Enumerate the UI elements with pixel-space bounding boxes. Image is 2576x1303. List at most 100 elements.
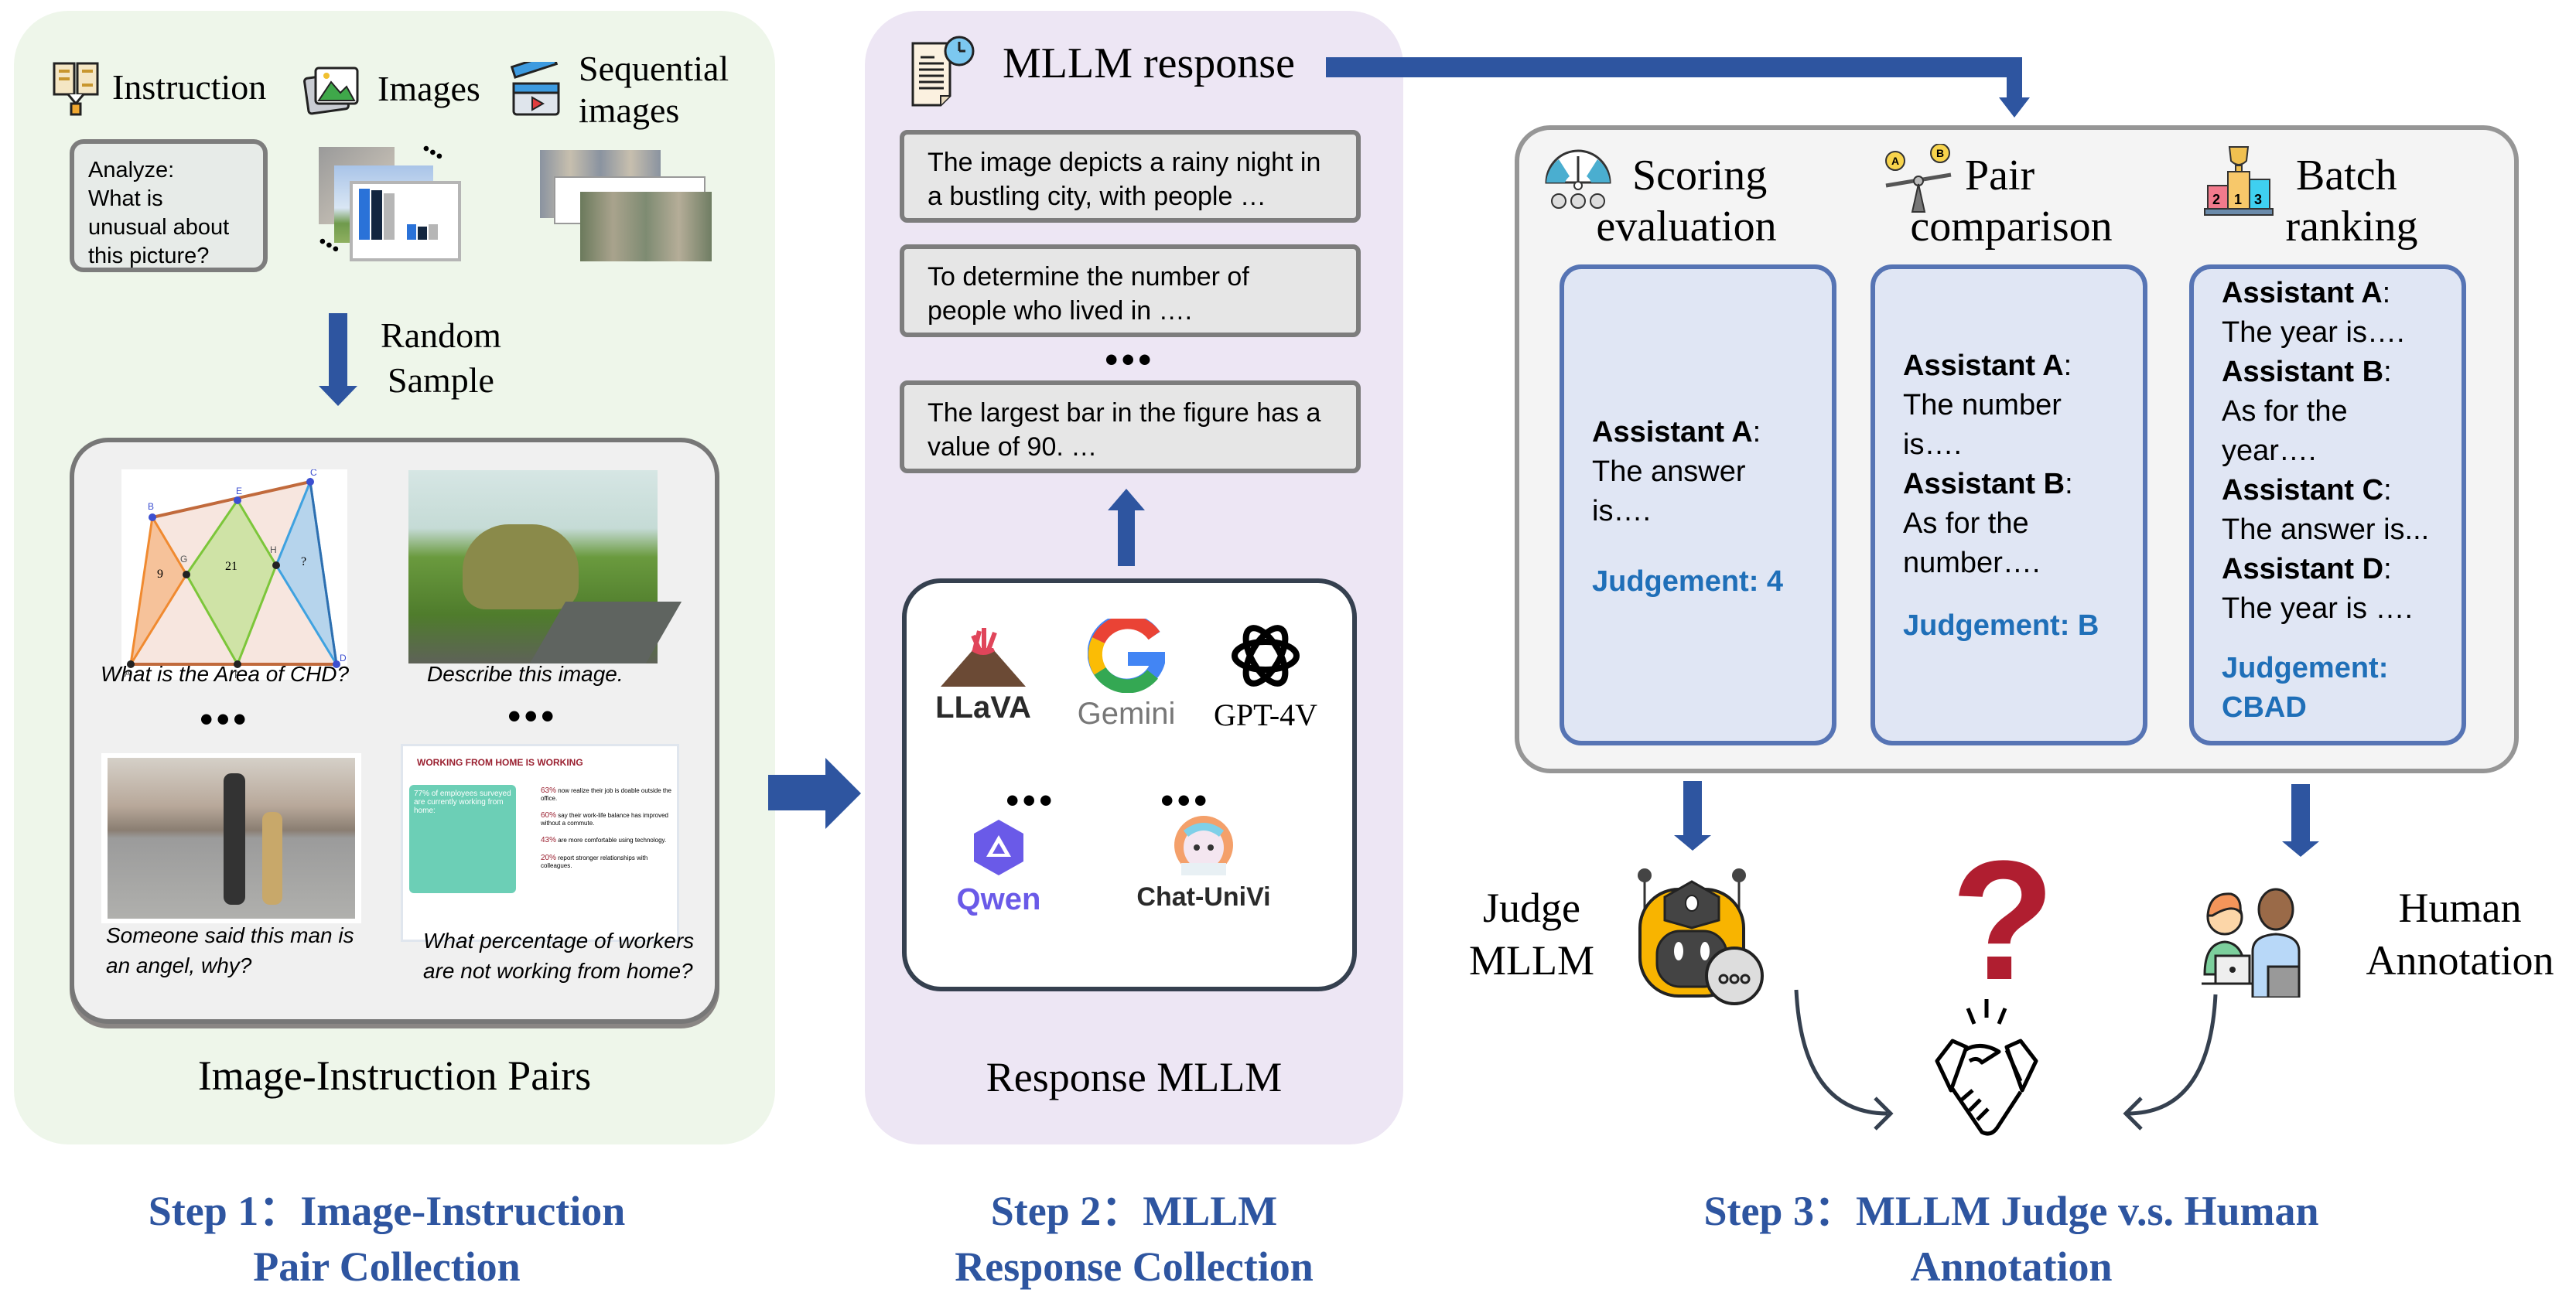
geometry-point-label: B [148,501,154,512]
judgement-label: Judgement: B [1903,609,2099,642]
stat-pct: 63% [541,786,557,795]
infographic-stats: 63% now realize their job is doable outs… [541,786,672,869]
geometry-point-label: H [270,544,277,555]
step2-label: Step 2：MLLM Response Collection [865,1183,1403,1294]
llama-icon [1174,816,1233,875]
step-label-line: Step 3：MLLM Judge v.s. Human [1703,1188,2319,1234]
svg-text:2: 2 [2212,192,2220,207]
sequential-image-stack-thumbnail [540,150,718,266]
stat-text: are more comfortable using technology. [558,837,667,844]
model-gemini: Gemini [1064,613,1188,732]
instruction-line: this picture? [88,244,210,268]
response-example: To determine the number of people who li… [900,244,1361,337]
document-clock-icon [910,34,975,107]
mode-title-line: comparison [1910,203,2113,251]
judgement-label: Judgement: CBAD [2222,652,2389,724]
connector-arrow-icon [1326,57,2038,119]
model-qwen: Qwen [933,817,1064,917]
model-llava: LLaVA [925,628,1041,725]
instruction-line: What is [88,186,163,211]
mode-title-line: evaluation [1596,203,1777,251]
stat-text: say their work-life balance has improved… [541,812,668,827]
stat-text: now realize their job is doable outside … [541,787,672,802]
mode-title: comparison [1872,201,2151,252]
card-line: year…. [2222,435,2317,467]
model-name: Qwen [956,882,1041,916]
svg-text:A: A [1891,155,1899,167]
handshake-icon [1934,996,2039,1140]
card-line: Assistant B: [2222,356,2392,388]
geometry-point-label: G [180,554,187,565]
images-label: Images [378,69,480,108]
stat-pct: 43% [541,836,557,844]
card-line: The year is…. [2222,316,2405,349]
svg-text:1: 1 [2234,192,2242,207]
card-line: is…. [1903,428,1962,461]
pair-caption: What is the Area of CHD? [101,662,350,686]
judge-mllm-label: Judge MLLM [1454,882,1609,987]
infographic-image: WORKING FROM HOME IS WORKING 77% of empl… [401,744,679,942]
card-line: Assistant A: [1903,350,2072,382]
curved-arrow-icon [2127,994,2218,1116]
ellipsis-icon: ••• [1105,338,1155,381]
model-name: Gemini [1077,697,1176,731]
mode-title-line: Batch [2296,152,2397,200]
step-label-line: Annotation [1910,1243,2113,1290]
step3-label: Step 3：MLLM Judge v.s. Human Annotation [1625,1183,2398,1294]
geometry-point-label: E [236,486,242,496]
pair-caption: What percentage of workers are not worki… [423,929,695,983]
judge-label-line: Judge [1483,885,1580,931]
ellipsis-icon: ••• [313,229,345,262]
mllm-response-label: MLLM response [1003,39,1295,87]
curved-arrow-icon [1794,989,1888,1116]
mode-title-line: Scoring [1632,152,1768,200]
scoring-card: Assistant A: The answer is…. Judgement: … [1560,264,1836,745]
robot-icon [1634,866,1765,1005]
mode-title: Scoring [1601,150,1833,201]
card-line: Assistant D: [2222,553,2392,585]
up-arrow-icon [1108,489,1145,566]
ellipsis-icon: ••• [507,694,558,738]
card-line: Assistant A: [1592,416,1761,449]
card-line: number…. [1903,547,2041,579]
judgement-label: Judgement: 4 [1592,565,1784,598]
response-example: The largest bar in the figure has a valu… [900,380,1361,473]
instruction-example-box: Analyze: What is unusual about this pict… [70,139,268,272]
random-sample-arrow-icon [319,313,357,406]
card-line: The answer [1592,455,1746,488]
mode-title: Pair [1965,150,2034,201]
card-line: As for the [2222,395,2348,428]
mode-title-line: ranking [2285,203,2418,251]
google-g-icon [1087,613,1167,694]
card-line: The answer is... [2222,513,2430,546]
human-label-line: Annotation [2366,937,2554,984]
mode-title: evaluation [1594,201,1779,252]
down-arrow-icon [1674,781,1711,851]
mode-title-line: Pair [1965,152,2035,200]
random-sample-line: Random [381,316,501,355]
sequential-images-label: Sequential images [579,49,729,130]
ellipsis-icon: ••• [1160,779,1211,822]
geometry-diagram-image: 9 21 ? A B C D E F G H [121,467,347,680]
model-name: LLaVA [935,691,1031,725]
geometry-region-label: 9 [157,568,163,581]
judge-label-line: MLLM [1469,937,1594,984]
down-arrow-icon [2282,784,2319,857]
step-label-line: Step 2：MLLM [990,1188,1278,1234]
svg-text:B: B [1936,147,1944,159]
card-line: The year is …. [2222,592,2414,625]
step2-panel-title: Response MLLM [986,1054,1283,1100]
instruction-line: unusual about [88,215,230,240]
question-mark-icon: ? [1951,825,2055,1015]
card-line: Assistant C: [2222,474,2392,507]
model-chat-univi: Chat-UniVi [1111,812,1297,912]
mode-title: Batch [2296,150,2397,201]
stat-text: report stronger relationships with colle… [541,854,648,869]
geometry-point-label: C [310,469,317,478]
model-gpt4v: GPT-4V [1188,619,1343,733]
mode-title: ranking [2243,201,2460,252]
card-line: Assistant B: [1903,468,2073,500]
pair-caption: Describe this image. [427,662,624,686]
instruction-label: Instruction [112,67,267,107]
qwen-icon [974,820,1023,875]
